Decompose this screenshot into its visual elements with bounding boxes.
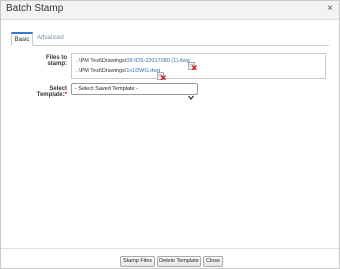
close-icon[interactable]: ×	[325, 4, 335, 14]
template-select[interactable]: - Select Saved Template -	[71, 83, 198, 100]
file-path: ..\PM Test\Drawings\	[76, 58, 127, 64]
close-button[interactable]: Close	[203, 256, 223, 267]
dialog-title: Batch Stamp	[6, 3, 64, 14]
list-item: ..\PM Test\Drawings\09-IDS-22017080 (1).…	[76, 57, 190, 65]
list-item: ..\PM Test\Drawings\1x1DWG.dwg	[76, 67, 160, 75]
dialog-titlebar: Batch Stamp ×	[1, 1, 339, 20]
delete-file-icon[interactable]	[188, 57, 197, 71]
batch-stamp-dialog: Batch Stamp × Basic Advanced Files to st…	[0, 0, 340, 269]
delete-file-icon[interactable]	[157, 67, 166, 81]
template-select-value: - Select Saved Template -	[75, 86, 138, 92]
select-template-label-text: Select Template:	[36, 86, 67, 98]
chevron-down-icon	[188, 87, 194, 100]
delete-template-button[interactable]: Delete Template	[157, 256, 201, 267]
files-to-stamp-label: Files to stamp:	[45, 55, 67, 67]
file-link[interactable]: 1x1DWG.dwg	[126, 68, 160, 74]
file-path: ..\PM Test\Drawings\	[76, 68, 127, 74]
tab-advanced[interactable]: Advanced	[37, 32, 64, 46]
tab-basic[interactable]: Basic	[11, 32, 33, 46]
required-mark: *	[64, 92, 67, 98]
stamp-files-button[interactable]: Stamp Files	[120, 256, 155, 267]
select-template-label: Select Template:*	[27, 86, 67, 98]
footer-divider	[1, 248, 339, 249]
file-link[interactable]: 09-IDS-22017080 (1).dwg	[126, 58, 189, 64]
files-list: ..\PM Test\Drawings\09-IDS-22017080 (1).…	[71, 53, 326, 81]
